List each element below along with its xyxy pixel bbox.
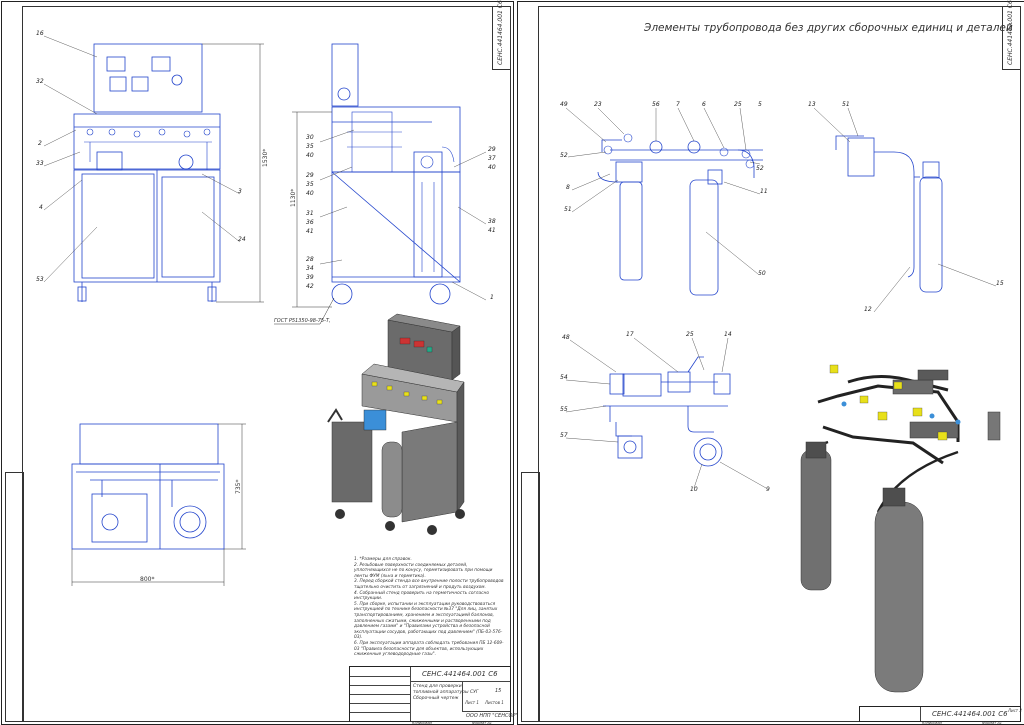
title-block-mass: 15 bbox=[495, 688, 502, 694]
balloon-25b: 25 bbox=[686, 331, 694, 338]
balloon-41a: 41 bbox=[306, 228, 314, 235]
balloon-11: 11 bbox=[760, 188, 768, 195]
title-block-name-1: Стенд для проверки bbox=[413, 684, 462, 689]
balloon-50: 50 bbox=[758, 270, 766, 277]
balloon-33: 33 bbox=[36, 160, 44, 167]
balloon-37: 37 bbox=[488, 155, 496, 162]
balloon-12: 12 bbox=[864, 306, 872, 313]
title-block-name-3: Сборочный чертеж bbox=[413, 696, 459, 701]
balloon-32: 32 bbox=[36, 78, 44, 85]
balloon-10: 10 bbox=[690, 486, 698, 493]
balloon-52a: 52 bbox=[560, 152, 568, 159]
balloon-3: 3 bbox=[238, 188, 242, 195]
sheet-1-copied: Копировал bbox=[412, 721, 432, 725]
balloon-35b: 35 bbox=[306, 181, 314, 188]
balloon-48: 48 bbox=[562, 334, 570, 341]
title-block-sheet-1: CEHC.441464.001 C6 Стенд для проверки то… bbox=[349, 666, 518, 722]
balloon-15: 15 bbox=[996, 280, 1004, 287]
title-block-sheet: Лист 1 bbox=[465, 700, 479, 705]
title-block-sheets: Листов 1 bbox=[485, 700, 504, 705]
balloon-28: 28 bbox=[306, 256, 314, 263]
balloon-34: 34 bbox=[306, 265, 314, 272]
balloon-14: 14 bbox=[724, 331, 732, 338]
drawing-sheet-2: CEHC.441464.001 C6 Элементы трубопровода… bbox=[517, 0, 1024, 725]
note-4: 4. Собранный стенд проверить на герметич… bbox=[354, 590, 489, 602]
title-block-sheet-2: CEHC.441464.001 C6 Лист 2 bbox=[859, 706, 1022, 722]
balloon-1: 1 bbox=[490, 294, 494, 301]
balloon-57: 57 bbox=[560, 432, 568, 439]
dim-plan-width: 800* bbox=[140, 576, 155, 583]
title-block-2-divider bbox=[920, 707, 921, 721]
balloon-55: 55 bbox=[560, 406, 568, 413]
balloon-41b: 41 bbox=[488, 227, 496, 234]
dim-overall-height: 1530* bbox=[262, 148, 269, 167]
balloon-29a: 29 bbox=[306, 172, 314, 179]
balloon-30: 30 bbox=[306, 134, 314, 141]
balloon-16: 16 bbox=[36, 30, 44, 37]
title-block-org: ООО НПП "СЕНСОР" bbox=[466, 713, 518, 719]
balloon-4: 4 bbox=[39, 204, 43, 211]
balloon-13: 13 bbox=[808, 101, 816, 108]
sheet-2-format: Формат А1 bbox=[982, 721, 1002, 725]
balloon-23: 23 bbox=[594, 101, 602, 108]
balloon-40a: 40 bbox=[306, 152, 314, 159]
balloon-40c: 40 bbox=[488, 164, 496, 171]
sheet-2-drawings bbox=[565, 107, 1001, 693]
drawing-sheet-1: CEHC.441464.001 C6 1530* 1130* 735* 800*… bbox=[1, 0, 518, 725]
balloon-29b: 29 bbox=[488, 146, 496, 153]
technical-requirements: 1. *Размеры для справок. 2. Резьбовые по… bbox=[354, 557, 504, 658]
balloon-6: 6 bbox=[702, 101, 706, 108]
title-block-name-2: топливной аппаратуры СУГ bbox=[413, 690, 479, 695]
balloon-5: 5 bbox=[758, 101, 762, 108]
dim-side-height: 1130* bbox=[290, 188, 297, 207]
balloon-8: 8 bbox=[566, 184, 570, 191]
sheet-1-format: Формат А1 bbox=[472, 721, 492, 725]
balloon-52b: 52 bbox=[756, 165, 764, 172]
balloon-53: 53 bbox=[36, 276, 44, 283]
balloon-49: 49 bbox=[560, 101, 568, 108]
dim-plan-depth: 735* bbox=[235, 479, 242, 494]
balloon-56: 56 bbox=[652, 101, 660, 108]
balloon-31: 31 bbox=[306, 210, 314, 217]
note-5: 5. При сборке, испытании и эксплуатации … bbox=[354, 601, 503, 641]
balloon-25a: 25 bbox=[734, 101, 742, 108]
balloon-24: 24 bbox=[238, 236, 246, 243]
title-block-code: CEHC.441464.001 C6 bbox=[422, 670, 498, 678]
balloon-40b: 40 bbox=[306, 190, 314, 197]
balloon-38: 38 bbox=[488, 218, 496, 225]
note-2: 2. Резьбовые поверхности соединяемых дет… bbox=[354, 562, 493, 579]
balloon-51a: 51 bbox=[564, 206, 572, 213]
balloon-39: 39 bbox=[306, 274, 314, 281]
title-block-divider-1 bbox=[410, 667, 411, 721]
note-3: 3. Перед сборкой стенда все внутренние п… bbox=[354, 579, 504, 590]
title-block-divider-2 bbox=[462, 681, 463, 711]
balloon-17: 17 bbox=[626, 331, 634, 338]
sheet-2-copied: Копировал bbox=[922, 721, 942, 725]
balloon-2: 2 bbox=[38, 140, 42, 147]
title-block-2-sheet: Лист 2 bbox=[1008, 708, 1022, 713]
standard-note: ГОСТ Р51350-98-75-Т, bbox=[274, 318, 331, 324]
balloon-35a: 35 bbox=[306, 143, 314, 150]
balloon-9: 9 bbox=[766, 486, 770, 493]
balloon-7: 7 bbox=[676, 101, 680, 108]
balloon-51b: 51 bbox=[842, 101, 850, 108]
title-block-2-code: CEHC.441464.001 C6 bbox=[932, 710, 1008, 718]
balloon-36: 36 bbox=[306, 219, 314, 226]
title-block-org-line bbox=[462, 711, 510, 712]
note-6: 6. При эксплуатации аппарата соблюдать т… bbox=[354, 640, 504, 658]
balloon-54: 54 bbox=[560, 374, 568, 381]
balloon-42: 42 bbox=[306, 283, 314, 290]
